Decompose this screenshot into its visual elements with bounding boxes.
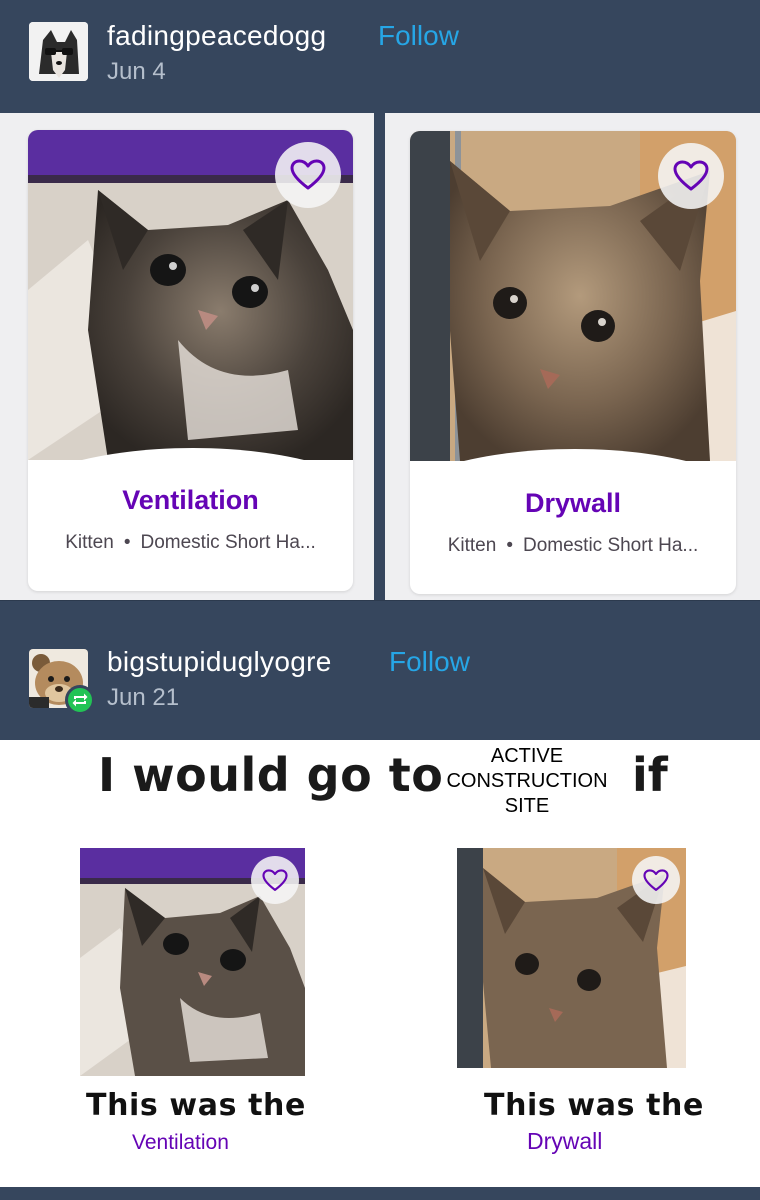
username[interactable]: bigstupiduglyogre bbox=[107, 646, 332, 678]
favorite-button bbox=[251, 856, 299, 904]
meme-stack-line: SITE bbox=[504, 795, 550, 817]
heart-outline-icon bbox=[643, 868, 669, 891]
pet-type: Kitten bbox=[65, 532, 114, 553]
meme-caption: This was the bbox=[484, 1088, 704, 1123]
post-header: bigstupiduglyogre Follow Jun 21 bbox=[0, 628, 760, 740]
meme-stack-line: CONSTRUCTION bbox=[446, 770, 608, 792]
pet-breed: Domestic Short Ha... bbox=[522, 535, 699, 556]
pet-type: Kitten bbox=[447, 535, 497, 556]
post-header: fadingpeacedogg Follow Jun 4 bbox=[0, 0, 760, 113]
reblog-icon bbox=[65, 685, 95, 715]
separator: • bbox=[506, 535, 513, 556]
post-divider bbox=[0, 600, 760, 628]
pet-card-panel: Drywall Kitten • Domestic Short Ha... bbox=[385, 113, 760, 600]
user-avatar[interactable] bbox=[29, 22, 88, 81]
pet-name[interactable]: Drywall bbox=[410, 488, 736, 519]
pet-name[interactable]: Ventilation bbox=[28, 485, 353, 516]
pet-meta: Kitten • Domestic Short Ha... bbox=[28, 532, 353, 554]
pet-card[interactable]: Drywall Kitten • Domestic Short Ha... bbox=[410, 131, 736, 594]
meme-pet-name: Drywall bbox=[527, 1128, 603, 1154]
meme-image: I would go to ACTIVE CONSTRUCTION SITE i… bbox=[0, 740, 760, 1187]
meme-pet-name: Ventilation bbox=[132, 1131, 229, 1154]
post-date: Jun 4 bbox=[107, 58, 166, 85]
kitten-photo bbox=[457, 848, 686, 1068]
heart-outline-icon bbox=[290, 159, 326, 190]
post-content: Ventilation Kitten • Domestic Short Ha... bbox=[0, 113, 760, 600]
meme-stack-line: ACTIVE bbox=[490, 745, 564, 767]
pet-card[interactable]: Ventilation Kitten • Domestic Short Ha... bbox=[28, 130, 353, 591]
pet-breed: Domestic Short Ha... bbox=[140, 532, 316, 553]
pet-card-panel: Ventilation Kitten • Domestic Short Ha... bbox=[0, 113, 374, 600]
meme-text: I would go to bbox=[98, 748, 444, 802]
favorite-button[interactable] bbox=[275, 142, 341, 208]
favorite-button[interactable] bbox=[658, 143, 724, 209]
post-divider bbox=[0, 1187, 760, 1200]
meme-text: if bbox=[632, 748, 668, 802]
separator: • bbox=[123, 532, 131, 553]
kitten-photo bbox=[80, 848, 305, 1076]
heart-outline-icon bbox=[262, 868, 288, 891]
heart-outline-icon bbox=[673, 160, 709, 191]
pet-meta: Kitten • Domestic Short Ha... bbox=[410, 535, 736, 557]
follow-button[interactable]: Follow bbox=[389, 646, 470, 678]
meme-stacked-text: ACTIVE CONSTRUCTION SITE bbox=[437, 744, 617, 819]
follow-button[interactable]: Follow bbox=[378, 20, 459, 52]
favorite-button bbox=[632, 856, 680, 904]
username[interactable]: fadingpeacedogg bbox=[107, 20, 326, 52]
post-date: Jun 21 bbox=[107, 684, 180, 711]
meme-caption: This was the bbox=[86, 1088, 306, 1123]
